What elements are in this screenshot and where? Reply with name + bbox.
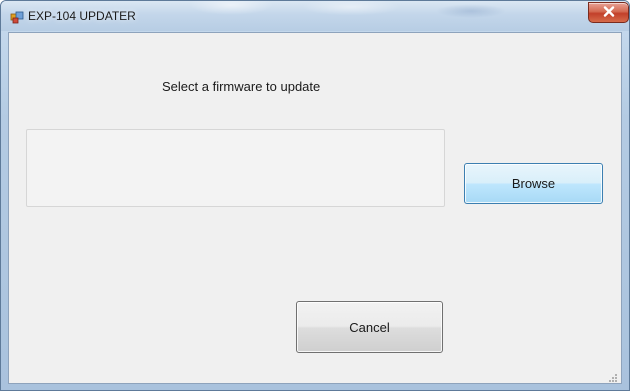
- prompt-label: Select a firmware to update: [162, 79, 321, 94]
- close-button[interactable]: [588, 2, 629, 23]
- window-title: EXP-104 UPDATER: [28, 9, 136, 23]
- firmware-path-display: [26, 129, 445, 207]
- title-bar[interactable]: EXP-104 UPDATER: [1, 1, 629, 31]
- app-icon: [10, 10, 24, 24]
- browse-button[interactable]: Browse: [464, 163, 603, 204]
- close-icon: [603, 4, 615, 22]
- cancel-button[interactable]: Cancel: [296, 301, 443, 353]
- dialog-client-area: Select a firmware to update Browse Cance…: [8, 32, 622, 384]
- updater-window: EXP-104 UPDATER Select a firmware to upd…: [0, 0, 630, 391]
- resize-grip-icon[interactable]: [608, 370, 618, 382]
